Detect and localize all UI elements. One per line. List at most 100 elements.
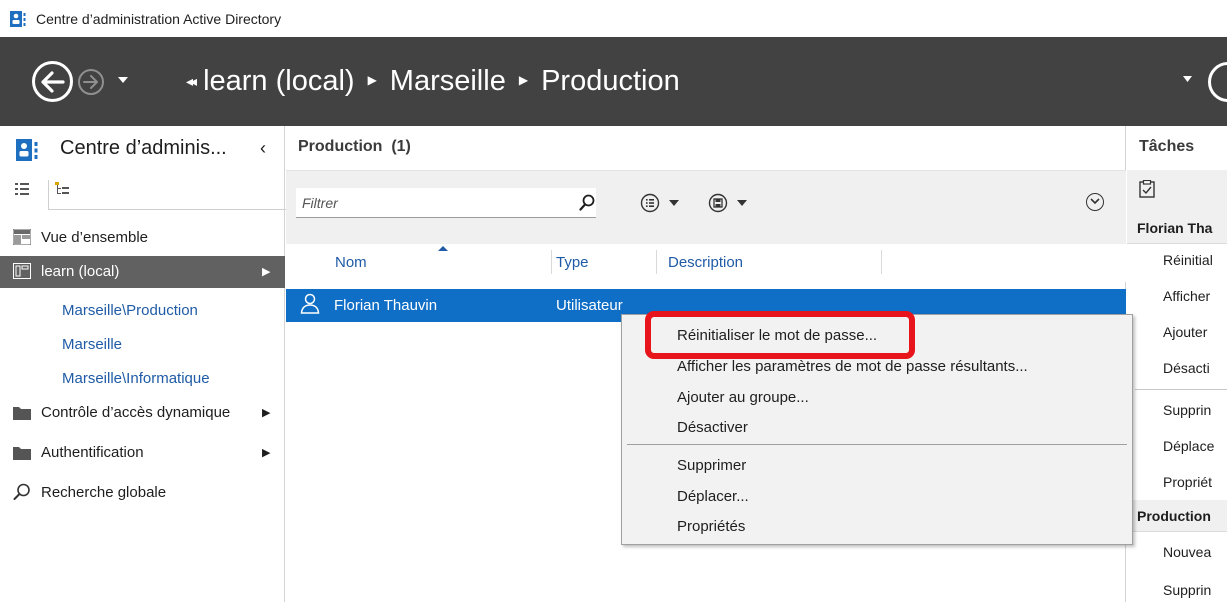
content-pane-title: Production (1) [298,138,411,155]
menu-item-label: Propriétés [677,518,746,535]
column-separator[interactable] [881,250,882,274]
history-dropdown-icon[interactable] [117,76,129,84]
chevron-down-icon [669,200,679,206]
nav-item-overview[interactable]: Vue d’ensemble [0,222,285,254]
task-delete[interactable]: Supprin [1163,402,1211,418]
content-toolbar [286,170,1126,244]
column-header-name[interactable]: Nom [335,254,367,271]
search-icon [13,483,30,500]
tasks-section-user[interactable]: Florian Tha [1127,212,1227,244]
window-title: Centre d’administration Active Directory [36,10,282,27]
menu-item-disable[interactable]: Désactiver [622,412,1132,442]
ad-admin-center-icon [16,139,38,161]
menu-item-move[interactable]: Déplacer... [622,481,1132,511]
menu-item-label: Supprimer [677,457,747,474]
ad-admin-center-icon [10,10,26,27]
collapse-pane-button[interactable]: ‹ [260,138,266,159]
menu-item-add-to-group[interactable]: Ajouter au groupe... [622,382,1132,412]
expand-toolbar-button[interactable] [1086,193,1104,211]
menu-item-reset-password[interactable]: Réinitialiser le mot de passe... [622,320,1132,350]
menu-separator [627,444,1127,445]
tasks-section-production-label: Production [1137,508,1211,524]
breadcrumb-separator-icon[interactable]: ▶ [519,73,528,87]
menu-item-resultant-password-settings[interactable]: Afficher les paramètres de mot de passe … [622,351,1132,381]
view-switcher [0,170,288,210]
nav-subitem-marseille[interactable]: Marseille [62,336,122,353]
tree-view-button[interactable] [48,180,288,210]
filter-input[interactable] [296,188,566,218]
arrow-left-icon [41,71,65,93]
tasks-pane-title: Tâches [1139,138,1195,155]
menu-item-delete[interactable]: Supprimer [622,450,1132,480]
navigation-pane-header: Centre d’adminis... ‹ [0,126,285,170]
expand-arrow-icon[interactable]: ▶ [262,265,270,278]
sort-ascending-icon [438,246,448,251]
search-icon[interactable] [579,194,595,211]
refresh-button[interactable] [1208,62,1227,102]
task-show-password-settings[interactable]: Afficher [1163,288,1210,304]
menu-item-label: Désactiver [677,419,748,436]
nav-item-learn-local[interactable]: learn (local) ▶ [0,256,285,288]
chevron-down-icon [1090,198,1100,205]
nav-item-learn-local-label: learn (local) [41,263,120,280]
navigation-header: ◂◂ learn (local) ▶ Marseille ▶ Productio… [0,37,1227,126]
folder-icon [13,407,31,420]
expand-arrow-icon[interactable]: ▶ [262,406,270,419]
tasks-toolbar [1127,170,1227,212]
nav-item-overview-label: Vue d’ensemble [41,229,149,246]
view-options-button[interactable] [640,193,679,213]
tree-view-icon [55,182,69,194]
breadcrumb-item-marseille[interactable]: Marseille [390,65,506,98]
menu-item-label: Ajouter au groupe... [677,389,809,406]
domain-icon [13,263,31,279]
chevron-down-icon [737,200,747,206]
clipboard-icon[interactable] [1139,180,1155,198]
column-separator[interactable] [551,250,552,274]
task-reset-password[interactable]: Réinitial [1163,252,1213,268]
breadcrumb-separator-icon[interactable]: ▶ [368,73,377,87]
nav-item-authentication[interactable]: Authentification ▶ [0,437,285,469]
nav-item-dynamic-access-control-label: Contrôle d’accès dynamique [41,404,231,421]
nav-subitem-marseille-informatique[interactable]: Marseille\Informatique [62,370,210,387]
nav-item-authentication-label: Authentification [41,444,144,461]
tasks-separator [1135,389,1227,390]
breadcrumb-overflow-icon[interactable]: ◂◂ [186,73,197,90]
menu-item-properties[interactable]: Propriétés [622,511,1132,541]
list-options-icon [640,193,660,213]
list-view-icon[interactable] [14,181,30,197]
back-button[interactable] [32,61,73,102]
overview-icon [13,229,31,245]
column-header-type[interactable]: Type [556,254,589,271]
expand-arrow-icon[interactable]: ▶ [262,446,270,459]
nav-item-global-search[interactable]: Recherche globale [0,477,285,509]
tasks-pane: Tâches Florian Tha Réinitial Afficher Aj… [1127,126,1227,602]
context-menu: Réinitialiser le mot de passe... Affiche… [621,314,1133,545]
navigation-pane: Centre d’adminis... ‹ Vue d’ensemble lea… [0,126,288,602]
tasks-section-user-label: Florian Tha [1137,220,1213,236]
navigation-pane-title: Centre d’adminis... [60,137,227,159]
task-disable[interactable]: Désacti [1163,360,1210,376]
task-properties[interactable]: Propriét [1163,474,1212,490]
breadcrumb-item-production[interactable]: Production [541,65,680,98]
column-separator[interactable] [656,250,657,274]
tasks-section-production[interactable]: Production [1127,500,1227,532]
menu-item-label: Afficher les paramètres de mot de passe … [677,358,1028,375]
breadcrumb-item-learn[interactable]: learn (local) [203,65,355,98]
nav-item-global-search-label: Recherche globale [41,484,167,501]
nav-subitem-marseille-production[interactable]: Marseille\Production [62,302,198,319]
chevron-down-icon[interactable] [1183,76,1192,82]
forward-button[interactable] [78,69,104,95]
nav-item-dynamic-access-control[interactable]: Contrôle d’accès dynamique ▶ [0,397,285,429]
task-add-to-group[interactable]: Ajouter [1163,324,1207,340]
save-query-button[interactable] [708,193,747,213]
arrow-right-icon [83,75,98,89]
list-column-headers: Nom Type Description [286,244,1126,282]
column-header-description[interactable]: Description [668,254,743,271]
folder-icon [13,447,31,460]
menu-item-label: Déplacer... [677,488,749,505]
task-move[interactable]: Déplace [1163,438,1214,454]
task-new[interactable]: Nouvea [1163,544,1211,560]
task-delete-container[interactable]: Supprin [1163,582,1211,598]
window-titlebar: Centre d’administration Active Directory [0,0,1227,37]
save-icon [708,193,728,213]
